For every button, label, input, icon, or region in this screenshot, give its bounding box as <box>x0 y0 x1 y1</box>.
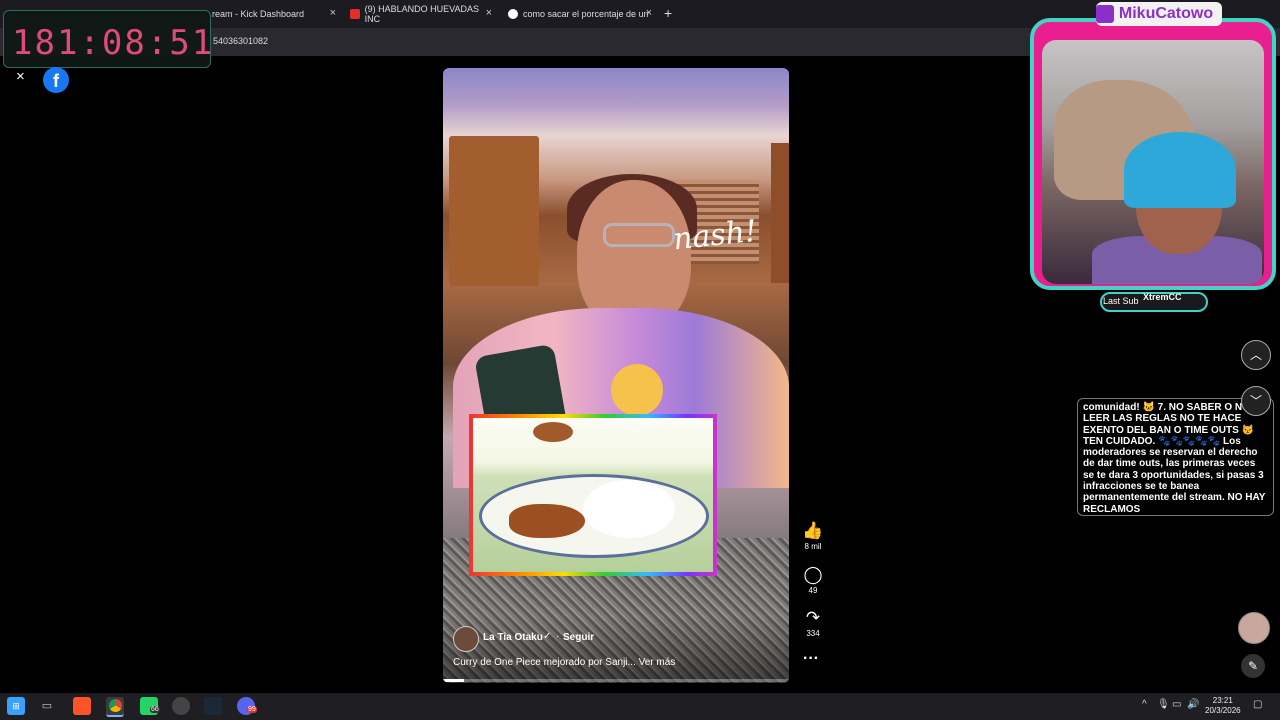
profile-avatar[interactable] <box>1238 612 1270 644</box>
thumbs-up-icon: 👍 <box>802 521 824 540</box>
tab-title: ream - Kick Dashboard <box>212 9 305 19</box>
follow-button[interactable]: Seguir <box>563 632 594 643</box>
new-tab-button[interactable]: + <box>664 5 672 21</box>
last-sub-name: XtremCC <box>1143 292 1182 302</box>
previous-video-button[interactable]: ︿ <box>1241 340 1271 370</box>
compose-message-icon[interactable]: ✎ <box>1241 654 1265 678</box>
naruto-print <box>611 364 663 416</box>
like-count: 8 mil <box>804 542 822 551</box>
share-icon: ↷ <box>805 608 821 627</box>
webcam-overlay <box>1030 18 1276 290</box>
glasses <box>603 223 675 247</box>
video-caption[interactable]: Curry de One Piece mejorado por Sanji...… <box>453 657 675 668</box>
chat-rules-overlay: comunidad! 🐱 7. NO SABER O NO LEER LAS R… <box>1077 398 1274 516</box>
comment-icon: ◯ <box>803 565 823 584</box>
tab-kick-dashboard[interactable]: ream - Kick Dashboard × <box>212 4 336 24</box>
comment-count: 49 <box>808 586 818 595</box>
anime-curry-scene <box>473 418 713 572</box>
comment-button[interactable]: ◯ 49 <box>797 565 829 595</box>
start-windows-icon[interactable]: ⊞ <box>7 697 25 715</box>
anime-curry-inset <box>469 414 717 576</box>
tab-google-search[interactable]: como sacar el porcentaje de un × <box>508 4 652 24</box>
next-video-button[interactable]: ﹀ <box>1241 386 1271 416</box>
like-button[interactable]: 👍 8 mil <box>797 521 829 551</box>
tray-chevron-icon[interactable]: ^ <box>1142 699 1147 710</box>
more-options-icon[interactable]: ··· <box>803 650 819 668</box>
last-sub-label: Last Sub <box>1103 296 1139 306</box>
system-clock[interactable]: 23:21 20/3/2026 <box>1205 696 1241 716</box>
author-avatar[interactable] <box>453 626 479 652</box>
rice <box>583 480 675 538</box>
timer-digits: 181:08:51 <box>12 23 215 63</box>
reel-video[interactable]: nash! La Tia Otaku ✓ · Seguir Curry de O… <box>443 68 789 683</box>
steam-icon[interactable] <box>204 697 222 715</box>
close-tab-icon[interactable]: × <box>486 7 492 19</box>
close-tab-icon[interactable]: × <box>646 7 652 19</box>
webcam-feed <box>1042 40 1264 284</box>
tab-title: (9) HABLANDO HUEVADAS INC <box>364 4 479 24</box>
share-button[interactable]: ↷ 334 <box>797 608 829 638</box>
kitchen-cabinet <box>771 143 789 283</box>
microphone-icon[interactable]: 🎙 <box>1157 699 1170 710</box>
youtube-icon <box>350 9 360 19</box>
close-tab-icon[interactable]: × <box>330 7 336 19</box>
kitchen-cabinet <box>449 136 539 286</box>
stream-timer-overlay: 181:08:51 <box>3 10 215 68</box>
task-view-icon[interactable]: ▭ <box>38 697 56 715</box>
tab-title: como sacar el porcentaje de un <box>523 9 649 19</box>
discord-badge: 99 <box>247 706 257 713</box>
obs-icon[interactable] <box>172 697 190 715</box>
falling-meat <box>533 422 573 442</box>
chevron-down-icon: ﹀ <box>1249 394 1262 408</box>
separator-dot: · <box>556 631 560 642</box>
verified-icon: ✓ <box>543 631 552 642</box>
windows-taskbar: ⊞ ▭ 66 99 ^ 🎙 ▭ 🔊 23:21 20/3/2026 ▢ <box>0 693 1280 720</box>
twitch-icon <box>1096 5 1114 23</box>
facebook-logo-icon[interactable]: f <box>43 67 69 93</box>
streamer-name-banner: MikuCatowo <box>1096 2 1222 26</box>
address-text: 54036301082 <box>213 36 269 46</box>
volume-icon[interactable]: 🔊 <box>1187 699 1199 710</box>
curry <box>509 504 585 538</box>
clock-date: 20/3/2026 <box>1205 706 1241 715</box>
clock-time: 23:21 <box>1212 696 1233 705</box>
chevron-up-icon: ︿ <box>1249 348 1262 362</box>
tab-youtube[interactable]: (9) HABLANDO HUEVADAS INC × <box>350 4 492 24</box>
close-viewer-button[interactable]: × <box>16 68 25 85</box>
notifications-icon[interactable]: ▢ <box>1253 699 1262 710</box>
chat-rules-text: comunidad! 🐱 7. NO SABER O NO LEER LAS R… <box>1083 402 1266 515</box>
google-icon <box>508 9 518 19</box>
video-progress-bar[interactable] <box>443 679 789 682</box>
brave-browser-icon[interactable] <box>73 697 91 715</box>
chrome-icon[interactable] <box>106 697 124 717</box>
whatsapp-badge: 66 <box>150 706 160 713</box>
video-progress-fill <box>443 679 464 682</box>
streamer-blue-hair <box>1124 132 1236 208</box>
video-caption-gradient <box>443 616 789 683</box>
streamer-name: MikuCatowo <box>1118 5 1214 22</box>
author-name[interactable]: La Tia Otaku <box>483 632 543 643</box>
network-icon[interactable]: ▭ <box>1172 699 1181 710</box>
share-count: 334 <box>806 629 820 638</box>
